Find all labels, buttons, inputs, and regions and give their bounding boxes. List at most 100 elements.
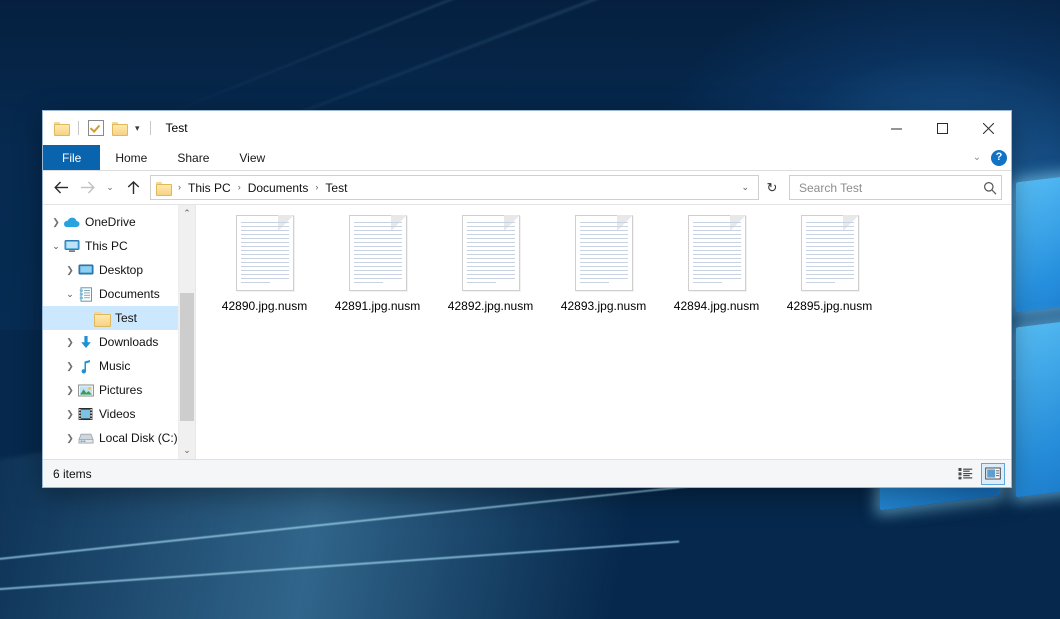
sidebar-item-this-pc[interactable]: ⌄ This PC <box>43 234 195 258</box>
sidebar-item-label: Local Disk (C:) <box>99 431 178 445</box>
chevron-down-icon[interactable]: ⌄ <box>49 241 63 252</box>
videos-icon <box>77 406 94 422</box>
file-item[interactable]: 42891.jpg.nusm <box>321 211 434 319</box>
file-item[interactable]: 42890.jpg.nusm <box>208 211 321 319</box>
up-arrow-icon[interactable] <box>121 176 145 200</box>
file-item[interactable]: 42893.jpg.nusm <box>547 211 660 319</box>
chevron-right-icon[interactable]: ❯ <box>63 409 77 420</box>
sidebar-item-label: OneDrive <box>85 215 136 229</box>
windows-logo-pane <box>1016 168 1060 313</box>
view-toggle-group <box>953 463 1005 485</box>
back-arrow-icon[interactable] <box>49 176 73 200</box>
maximize-button[interactable] <box>919 111 965 145</box>
tab-file[interactable]: File <box>43 145 100 170</box>
sidebar-item-videos[interactable]: ❯ Videos <box>43 402 195 426</box>
sidebar-item-onedrive[interactable]: ❯ OneDrive <box>43 210 195 234</box>
ribbon-right-controls: ⌄ ? <box>967 145 1007 170</box>
quick-access-toolbar: ▾ Test <box>43 119 188 137</box>
chevron-right-icon[interactable]: ❯ <box>63 433 77 444</box>
pictures-icon <box>77 382 94 398</box>
breadcrumb-separator: › <box>311 183 322 192</box>
monitor-icon <box>63 238 80 254</box>
chevron-right-icon[interactable]: ❯ <box>63 385 77 396</box>
properties-checkbox-icon[interactable] <box>87 119 105 137</box>
recent-locations-caret-icon[interactable]: ⌄ <box>101 176 119 200</box>
folder-icon <box>93 310 110 326</box>
large-icons-view-button[interactable] <box>981 463 1005 485</box>
folder-icon[interactable] <box>52 119 70 137</box>
chevron-right-icon[interactable]: ❯ <box>49 217 63 228</box>
breadcrumb-item-this-pc[interactable]: This PC <box>185 181 234 195</box>
breadcrumb-separator: › <box>174 183 185 192</box>
chevron-right-icon[interactable]: ❯ <box>63 361 77 372</box>
file-name: 42890.jpg.nusm <box>222 299 307 313</box>
sidebar-item-music[interactable]: ❯ Music <box>43 354 195 378</box>
downloads-icon <box>77 334 94 350</box>
sidebar-item-test[interactable]: ❯ Test <box>43 306 195 330</box>
windows-logo-pane <box>1016 313 1060 498</box>
sidebar-item-pictures[interactable]: ❯ Pictures <box>43 378 195 402</box>
item-count-label: 6 items <box>53 467 92 481</box>
generic-document-icon <box>688 215 746 291</box>
file-grid: 42890.jpg.nusm 42891.jpg.nusm <box>196 205 1011 319</box>
breadcrumb-item-test[interactable]: Test <box>322 181 350 195</box>
address-bar: ⌄ › This PC › Documents › Test ⌄ ↻ <box>43 171 1011 204</box>
window-title: Test <box>166 121 188 135</box>
music-icon <box>77 358 94 374</box>
minimize-button[interactable] <box>873 111 919 145</box>
refresh-icon[interactable]: ↻ <box>761 176 783 199</box>
help-icon[interactable]: ? <box>991 150 1007 166</box>
generic-document-icon <box>349 215 407 291</box>
ribbon-tab-strip: File Home Share View ⌄ ? <box>43 145 1011 171</box>
chevron-down-icon[interactable]: ⌄ <box>736 182 754 193</box>
scrollbar-thumb[interactable] <box>180 293 194 421</box>
file-name: 42894.jpg.nusm <box>674 299 759 313</box>
scroll-down-arrow-icon[interactable]: ⌄ <box>179 442 195 459</box>
navigation-pane-scrollbar[interactable]: ⌃ ⌄ <box>178 205 195 459</box>
new-folder-icon[interactable] <box>110 119 128 137</box>
window-controls <box>873 111 1011 145</box>
sidebar-item-desktop[interactable]: ❯ Desktop <box>43 258 195 282</box>
search-input[interactable] <box>797 180 983 196</box>
chevron-right-icon[interactable]: ❯ <box>63 265 77 276</box>
sidebar-item-label: This PC <box>85 239 128 253</box>
file-item[interactable]: 42892.jpg.nusm <box>434 211 547 319</box>
breadcrumb[interactable]: › This PC › Documents › Test ⌄ <box>150 175 759 200</box>
sidebar-item-label: Test <box>115 311 137 325</box>
chevron-down-icon[interactable]: ⌄ <box>967 148 987 168</box>
tab-view[interactable]: View <box>224 145 280 170</box>
generic-document-icon <box>462 215 520 291</box>
sidebar-item-label: Downloads <box>99 335 158 349</box>
file-explorer-window: ▾ Test File Home Share View ⌄ ? <box>42 110 1012 488</box>
sidebar-item-label: Pictures <box>99 383 142 397</box>
tab-home[interactable]: Home <box>100 145 162 170</box>
breadcrumb-item-documents[interactable]: Documents <box>245 181 312 195</box>
chevron-right-icon[interactable]: ❯ <box>63 337 77 348</box>
details-view-button[interactable] <box>953 463 977 485</box>
file-name: 42895.jpg.nusm <box>787 299 872 313</box>
close-button[interactable] <box>965 111 1011 145</box>
chevron-placeholder-icon: ❯ <box>79 313 93 324</box>
forward-arrow-icon <box>75 176 99 200</box>
folder-icon <box>156 182 171 194</box>
chevron-down-icon[interactable]: ⌄ <box>63 289 77 300</box>
sidebar-item-local-disk-c[interactable]: ❯ Local Disk (C:) <box>43 426 195 450</box>
file-list-view[interactable]: 42890.jpg.nusm 42891.jpg.nusm <box>196 205 1011 459</box>
search-box[interactable] <box>789 175 1002 200</box>
breadcrumb-separator: › <box>234 183 245 192</box>
scroll-up-arrow-icon[interactable]: ⌃ <box>179 205 195 222</box>
file-name: 42893.jpg.nusm <box>561 299 646 313</box>
generic-document-icon <box>236 215 294 291</box>
sidebar-item-downloads[interactable]: ❯ Downloads <box>43 330 195 354</box>
chevron-down-icon[interactable]: ▾ <box>133 124 142 133</box>
file-item[interactable]: 42895.jpg.nusm <box>773 211 886 319</box>
sidebar-item-documents[interactable]: ⌄ Documents <box>43 282 195 306</box>
sidebar-item-label: Music <box>99 359 130 373</box>
file-item[interactable]: 42894.jpg.nusm <box>660 211 773 319</box>
sidebar-item-label: Desktop <box>99 263 143 277</box>
toolbar-divider <box>150 121 151 135</box>
sidebar-item-label: Documents <box>99 287 160 301</box>
tab-share[interactable]: Share <box>162 145 224 170</box>
file-name: 42891.jpg.nusm <box>335 299 420 313</box>
toolbar-divider <box>78 121 79 135</box>
